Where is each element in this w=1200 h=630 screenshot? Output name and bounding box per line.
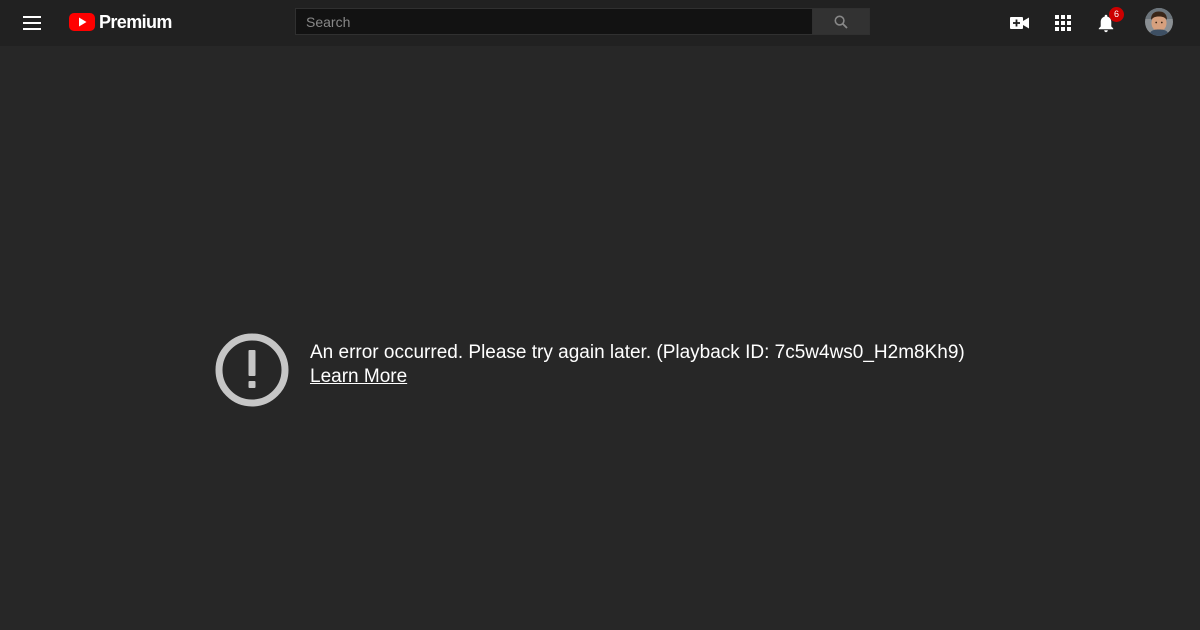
search-button[interactable] <box>812 8 870 35</box>
user-avatar-image <box>1145 8 1173 36</box>
error-message-text: An error occurred. Please try again late… <box>310 342 965 363</box>
apps-grid-icon <box>1055 15 1071 31</box>
avatar[interactable] <box>1145 8 1173 36</box>
youtube-play-icon <box>69 13 95 31</box>
logo-text: Premium <box>99 11 172 32</box>
youtube-premium-logo[interactable]: Premium <box>69 10 172 34</box>
search-icon <box>834 14 848 29</box>
apps-button[interactable] <box>1051 11 1075 35</box>
player-error-message: An error occurred. Please try again late… <box>215 333 1015 409</box>
hamburger-menu-icon[interactable] <box>20 11 44 35</box>
top-navigation-bar: Premium Search 6 <box>0 0 1200 46</box>
error-exclamation-icon <box>215 333 289 407</box>
video-camera-plus-icon <box>1010 17 1029 29</box>
learn-more-link[interactable]: Learn More <box>310 366 407 388</box>
search-input[interactable] <box>295 8 812 35</box>
notification-count-badge: 6 <box>1109 7 1124 22</box>
create-video-button[interactable] <box>1008 11 1032 35</box>
search-box <box>295 8 870 35</box>
